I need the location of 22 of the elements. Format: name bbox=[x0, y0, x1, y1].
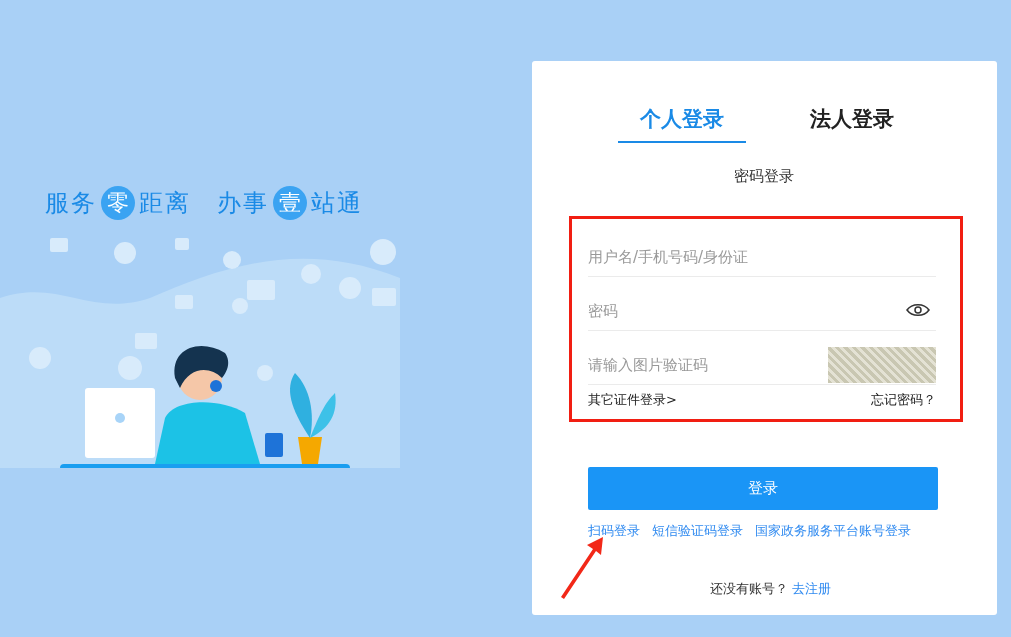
forgot-password-link[interactable]: 忘记密码？ bbox=[871, 391, 936, 409]
annotation-arrow bbox=[559, 535, 605, 599]
slogan-badge: 壹 bbox=[273, 186, 307, 220]
input-field[interactable]: 用户名/手机号码/身份证 bbox=[588, 233, 936, 266]
slogan-text: 服务 bbox=[45, 188, 97, 219]
slogan-text: 距离 bbox=[139, 188, 191, 219]
other-id-login-link[interactable]: 其它证件登录> bbox=[588, 391, 677, 409]
login-button[interactable]: 登录 bbox=[588, 467, 938, 510]
alt-login-link[interactable]: 短信验证码登录 bbox=[652, 522, 743, 540]
alt-login-link[interactable]: 国家政务服务平台账号登录 bbox=[755, 522, 911, 540]
slogan-badge: 零 bbox=[101, 186, 135, 220]
register-prompt: 还没有账号？ bbox=[710, 580, 788, 598]
input-field[interactable]: 密码 bbox=[588, 287, 906, 320]
login-tab[interactable]: 法人登录 bbox=[788, 105, 916, 143]
login-tab[interactable]: 个人登录 bbox=[618, 105, 746, 143]
alt-login-link[interactable]: 扫码登录 bbox=[588, 522, 640, 540]
slogan-text: 站通 bbox=[311, 188, 363, 219]
input-field[interactable]: 请输入图片验证码 bbox=[588, 341, 828, 374]
slogan-text: 办事 bbox=[217, 188, 269, 219]
register-link[interactable]: 去注册 bbox=[792, 580, 831, 598]
eye-icon[interactable] bbox=[906, 302, 930, 317]
login-method-title: 密码登录 bbox=[733, 167, 795, 186]
